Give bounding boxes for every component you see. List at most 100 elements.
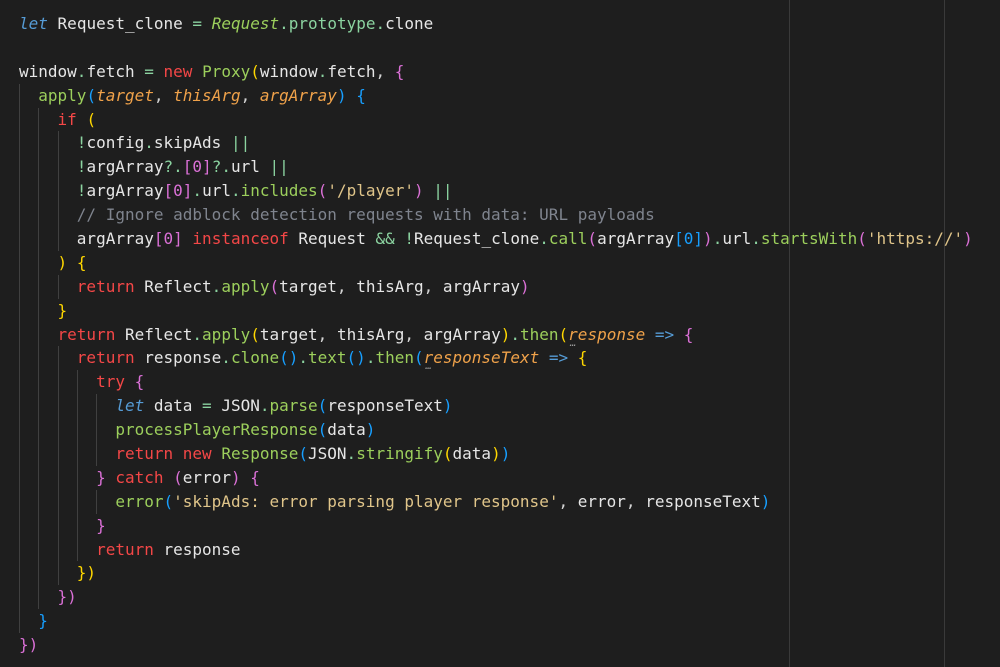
code-token: ) <box>500 444 511 464</box>
code-token: => <box>548 348 569 368</box>
code-token: return <box>115 444 174 464</box>
indent-guide <box>38 465 40 490</box>
code-line[interactable]: return new Response(JSON.stringify(data)… <box>19 442 973 466</box>
code-line[interactable]: !argArray[0].url.includes('/player') || <box>19 179 973 204</box>
code-token: || <box>269 157 289 177</box>
code-line[interactable]: }) <box>19 633 973 657</box>
code-token: return <box>76 276 135 296</box>
indent-guide <box>19 537 20 562</box>
indent-guide <box>76 513 78 538</box>
code-token: url <box>202 181 231 201</box>
code-line[interactable]: let Request_clone = Request.prototype.cl… <box>19 12 973 36</box>
code-token: response <box>144 348 222 368</box>
code-token: processPlayerResponse <box>115 420 318 440</box>
code-token: then <box>520 324 559 344</box>
code-line[interactable]: if ( <box>19 107 973 132</box>
code-line[interactable]: } catch (error) { <box>19 465 973 490</box>
code-token: { <box>683 324 694 344</box>
code-line[interactable] <box>19 36 973 60</box>
code-token: ( <box>86 85 97 105</box>
code-line[interactable]: return response.clone().text().then(resp… <box>19 346 973 373</box>
indent-guide <box>19 465 20 490</box>
code-token: } <box>57 300 68 320</box>
code-line[interactable]: !config.skipAds || <box>19 131 973 156</box>
code-token: then <box>375 348 414 368</box>
code-token: 0 <box>683 229 694 249</box>
code-token: let <box>115 396 145 416</box>
indent-guide <box>57 346 59 371</box>
code-line[interactable]: window.fetch = new Proxy(window.fetch, { <box>19 60 973 84</box>
code-token: Request_clone <box>57 14 183 33</box>
code-line[interactable]: } <box>19 609 973 634</box>
code-token: . <box>259 396 270 416</box>
code-token: try <box>96 372 125 392</box>
indent-guide <box>38 107 40 132</box>
code-editor[interactable]: let Request_clone = Request.prototype.cl… <box>0 0 1000 667</box>
indent-guide <box>38 274 40 299</box>
indent-guide <box>38 513 40 538</box>
code-line[interactable]: }) <box>19 561 973 586</box>
code-token: target <box>96 85 154 105</box>
code-token: ! <box>76 157 87 177</box>
code-line[interactable]: // Ignore adblock detection requests wit… <box>19 203 973 228</box>
indent-guide <box>19 107 20 132</box>
code-token: ( <box>250 324 260 344</box>
code-token: fetch <box>86 61 135 81</box>
code-line[interactable]: apply(target, thisArg, argArray) { <box>19 83 973 108</box>
code-line[interactable]: processPlayerResponse(data) <box>19 418 973 443</box>
code-token: . <box>510 324 520 344</box>
code-line[interactable]: ) { <box>19 250 973 275</box>
indent-guide <box>57 155 59 180</box>
code-line[interactable]: argArray[0] instanceof Request && !Reque… <box>19 227 973 251</box>
indent-guide <box>76 394 78 419</box>
code-token: () <box>279 348 299 368</box>
code-line[interactable]: try { <box>19 370 973 395</box>
code-token: if <box>57 109 77 129</box>
indent-guide <box>19 442 20 466</box>
indent-guide <box>38 298 40 323</box>
code-token: startsWith <box>760 229 858 249</box>
code-token: . <box>346 444 357 464</box>
code-line[interactable]: error('skipAds: error parsing player res… <box>19 489 973 514</box>
code-token: , <box>423 276 434 296</box>
indent-guide <box>96 418 98 443</box>
code-token: . <box>144 133 154 153</box>
code-line[interactable]: } <box>19 298 973 323</box>
code-token: argArray <box>86 157 164 177</box>
code-token: return <box>96 539 154 559</box>
code-token: . <box>279 14 289 33</box>
code-line[interactable]: let data = JSON.parse(responseText) <box>19 394 973 419</box>
code-token: Reflect <box>144 276 212 296</box>
code-line[interactable]: return Reflect.apply(target, thisArg, ar… <box>19 274 973 299</box>
code-token: ) <box>336 85 347 105</box>
code-token: . <box>712 229 723 249</box>
code-token: ! <box>76 181 87 201</box>
indent-guide <box>38 179 40 204</box>
code-line[interactable]: } <box>19 513 973 538</box>
code-token: error <box>182 467 231 487</box>
code-line[interactable]: }) <box>19 585 973 610</box>
code-line[interactable]: return Reflect.apply(target, thisArg, ar… <box>19 322 973 348</box>
code-token: responseText… <box>423 348 540 373</box>
code-area[interactable]: let Request_clone = Request.prototype.cl… <box>19 12 973 657</box>
code-line[interactable]: !argArray?.[0]?.url || <box>19 155 973 180</box>
code-token: config <box>86 133 145 153</box>
code-token: ( <box>86 109 97 129</box>
indent-guide <box>57 561 59 586</box>
code-token: => <box>654 324 675 344</box>
code-line[interactable]: return response <box>19 537 973 562</box>
code-token: response <box>163 539 241 559</box>
code-token: ) <box>365 420 376 440</box>
